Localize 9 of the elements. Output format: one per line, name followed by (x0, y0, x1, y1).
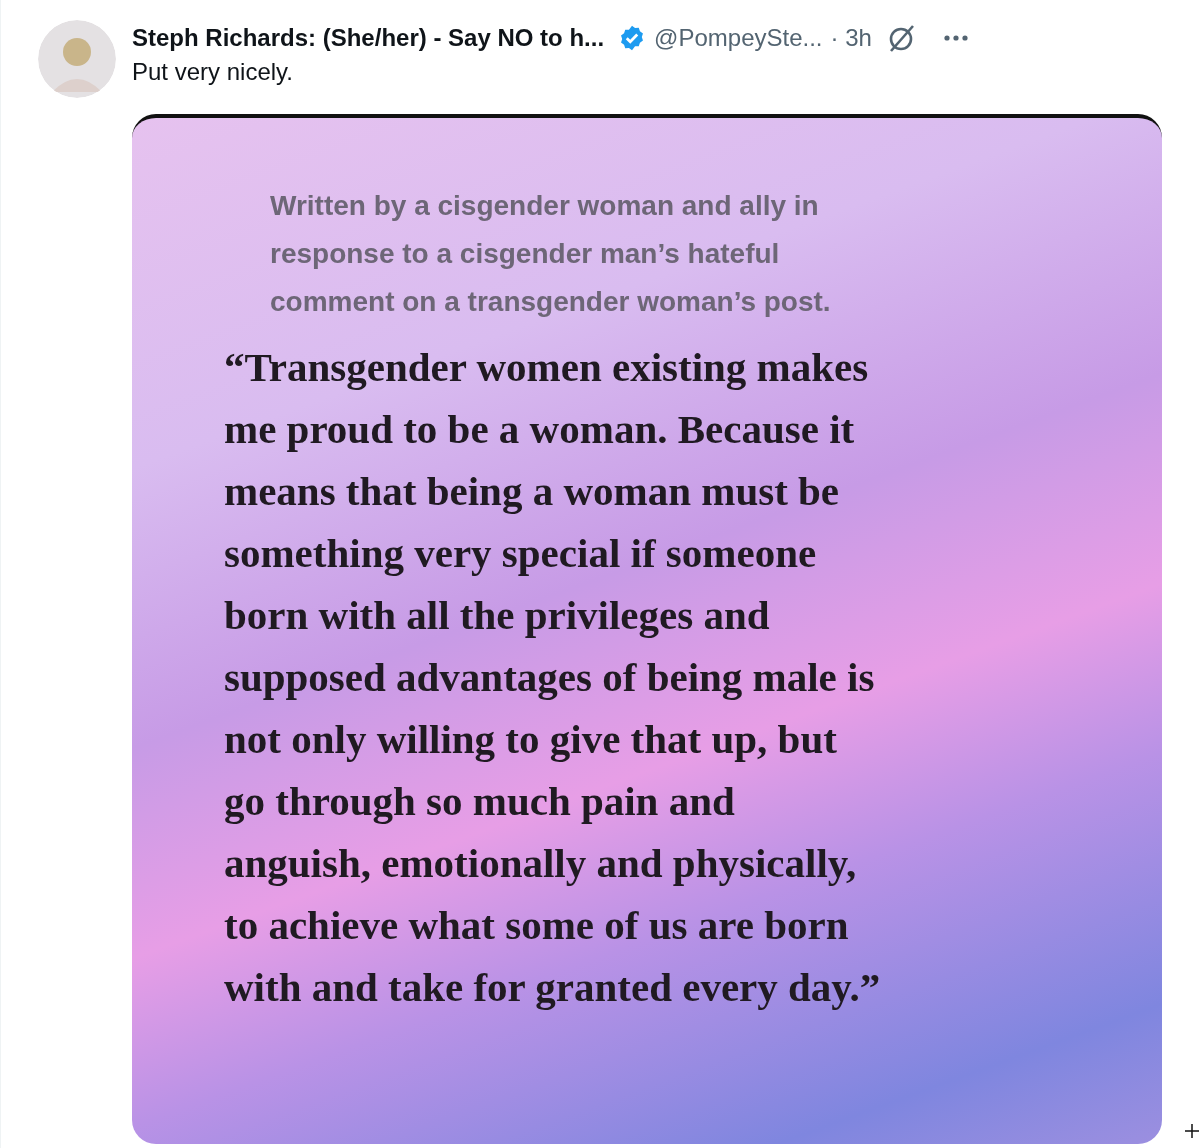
crosshair-cursor-icon (1185, 1124, 1199, 1138)
quote-image[interactable] (132, 114, 1162, 1144)
more-icon[interactable] (943, 34, 968, 42)
post-text: Put very nicely. (132, 57, 294, 87)
intro-text: Written by a cisgender woman and ally in response to a cisgender man’s hateful comment on a transgender woman’s post. (269, 189, 832, 319)
author-name[interactable]: Steph Richards: (She/her) - Say NO to h... (132, 20, 605, 56)
user-handle[interactable]: @PompeySte... (654, 20, 823, 56)
post-time[interactable]: · 3h (830, 20, 872, 56)
quote-text: “Transgender women existing makes me proud to be a woman. Because it means that being a woman must be something very special if someone born with all the privileges and supposed advantages of being male is not only willing to give that up, but go through so much pain and anguish, emotionally and physically, to achieve what some of us are born with and take for granted every day.” (224, 343, 882, 1012)
